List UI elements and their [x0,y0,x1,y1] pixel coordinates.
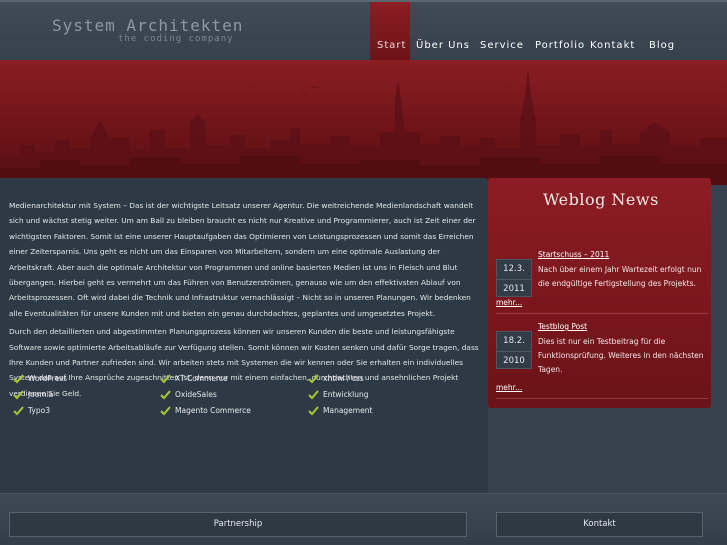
post-excerpt: Nach über einem Jahr Wartezeit erfolgt n… [538,265,702,288]
checkmark-icon [13,374,24,384]
feature-item: OxideSales [160,390,217,402]
feature-item: xhtml / css [308,374,364,386]
nav-item-kontakt[interactable]: Kontakt [585,2,641,62]
blog-post: 18.2. 2010 Testblog Post Dies ist nur ei… [496,322,708,402]
header-bar: System Architekten the coding company St… [0,0,727,62]
footer: Partnership Kontakt [0,493,727,545]
checkmark-icon [160,406,171,416]
post-divider [496,313,708,314]
checkmark-icon [160,374,171,384]
post-more-link[interactable]: mehr... [496,298,522,307]
nav-item-start[interactable]: Start [370,2,410,62]
checkmark-icon [160,390,171,400]
checkmark-icon [308,406,319,416]
post-date: 12.3. 2011 [496,259,532,297]
checkmark-icon [308,390,319,400]
post-date-year: 2011 [497,279,531,299]
weblog-sidebar: Weblog News 12.3. 2011 Startschuss – 201… [488,178,711,408]
post-title-link[interactable]: Testblog Post [538,322,587,331]
nav-item-service[interactable]: Service [473,2,527,62]
main-content: Medienarchitektur mit System – Das ist d… [0,178,488,493]
site-logo-title[interactable]: System Architekten [52,16,243,35]
feature-item: Management [308,406,372,418]
skyline-banner [0,60,727,185]
post-date: 18.2. 2010 [496,331,532,369]
nav-item-portfolio[interactable]: Portfolio [527,2,585,62]
checkmark-icon [308,374,319,384]
post-date-year: 2010 [497,351,531,371]
intro-paragraph-2: Durch den detaillierten und abgestimmten… [9,327,479,398]
feature-item: XT Commerce [160,374,228,386]
intro-text: Medienarchitektur mit System – Das ist d… [0,178,488,401]
feature-item: Typo3 [13,406,50,418]
feature-item: Magento Commerce [160,406,251,418]
intro-paragraph-1: Medienarchitektur mit System – Das ist d… [9,201,476,318]
city-skyline-image [0,68,727,185]
post-divider [496,398,708,399]
kontakt-button[interactable]: Kontakt [496,512,703,537]
post-more-link[interactable]: mehr... [496,383,522,392]
main-nav: Start Über Uns Service Portfolio Kontakt… [370,2,685,62]
site-logo-subtitle: the coding company [118,34,234,44]
feature-item: Entwicklung [308,390,368,402]
post-title-link[interactable]: Startschuss – 2011 [538,250,609,259]
weblog-title: Weblog News [543,190,659,209]
checkmark-icon [13,390,24,400]
blog-post: 12.3. 2011 Startschuss – 2011 Nach über … [496,250,708,320]
partnership-button[interactable]: Partnership [9,512,467,537]
post-date-day: 18.2. [503,336,525,346]
nav-item-ueber-uns[interactable]: Über Uns [410,2,473,62]
post-date-day: 12.3. [503,264,525,274]
feature-item: Joomla [13,390,53,402]
post-excerpt: Dies ist nur ein Testbeitrag für die Fun… [538,337,704,374]
feature-item: WordPress [13,374,67,386]
checkmark-icon [13,406,24,416]
nav-item-blog[interactable]: Blog [641,2,685,62]
